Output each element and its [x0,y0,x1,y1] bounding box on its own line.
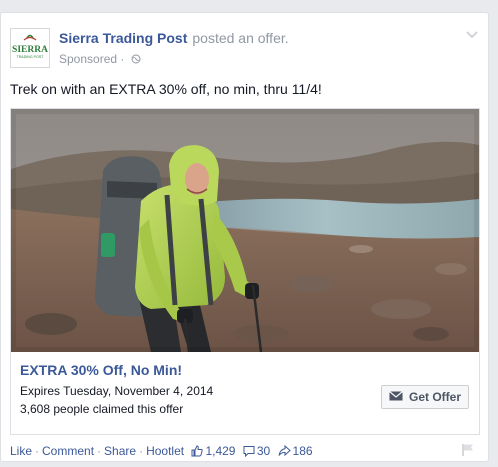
offer-claimed-count: 3,608 people claimed this offer [20,402,184,416]
shares-count: 186 [292,444,313,458]
action-separator: · [35,444,40,458]
action-separator: · [97,444,102,458]
offer-photo-hiker[interactable] [11,109,479,352]
logo-wordmark: SIERRA [12,45,48,55]
sponsored-row: Sponsored · [59,52,141,67]
post-message: Trek on with an EXTRA 30% off, no min, t… [10,81,322,97]
page-name-link[interactable]: Sierra Trading Post [59,30,187,46]
flag-icon[interactable] [461,443,475,457]
offer-attachment: EXTRA 30% Off, No Min! Expires Tuesday, … [10,108,480,435]
shares-stat[interactable]: 186 [278,444,313,458]
page-name-line: Sierra Trading Post posted an offer. [59,30,289,46]
sponsored-separator: · [120,52,125,66]
feed-gutter [489,0,498,467]
post-header: SIERRA TRADING POST Sierra Trading Post p… [10,28,480,70]
envelope-icon [389,390,403,404]
likes-stat[interactable]: 1,429 [191,444,235,458]
offer-expiry: Expires Tuesday, November 4, 2014 [20,384,214,398]
page-avatar-logo[interactable]: SIERRA TRADING POST [10,28,50,68]
comments-stat[interactable]: 30 [243,444,270,458]
post-action-bar: Like · Comment · Share · Hootlet 1,429 30 186 [10,444,480,460]
thumbs-up-icon [191,445,204,457]
logo-subtitle: TRADING POST [17,55,45,59]
chevron-down-icon[interactable] [465,29,479,39]
comments-count: 30 [256,444,271,458]
likes-count: 1,429 [205,444,236,458]
comment-icon [243,446,255,457]
share-arrow-icon [278,445,291,457]
share-link[interactable]: Share [104,444,136,458]
get-offer-button[interactable]: Get Offer [381,385,469,409]
like-link[interactable]: Like [10,444,32,458]
globe-icon [131,53,141,67]
offer-title[interactable]: EXTRA 30% Off, No Min! [20,362,182,378]
offer-details: EXTRA 30% Off, No Min! Expires Tuesday, … [11,352,479,434]
post-action-text: posted an offer. [192,30,289,46]
get-offer-label: Get Offer [408,390,461,404]
comment-link[interactable]: Comment [42,444,94,458]
sponsored-post-card: SIERRA TRADING POST Sierra Trading Post p… [0,12,489,462]
action-separator: · [139,444,144,458]
hootlet-link[interactable]: Hootlet [146,444,184,458]
sponsored-label[interactable]: Sponsored [59,52,117,66]
